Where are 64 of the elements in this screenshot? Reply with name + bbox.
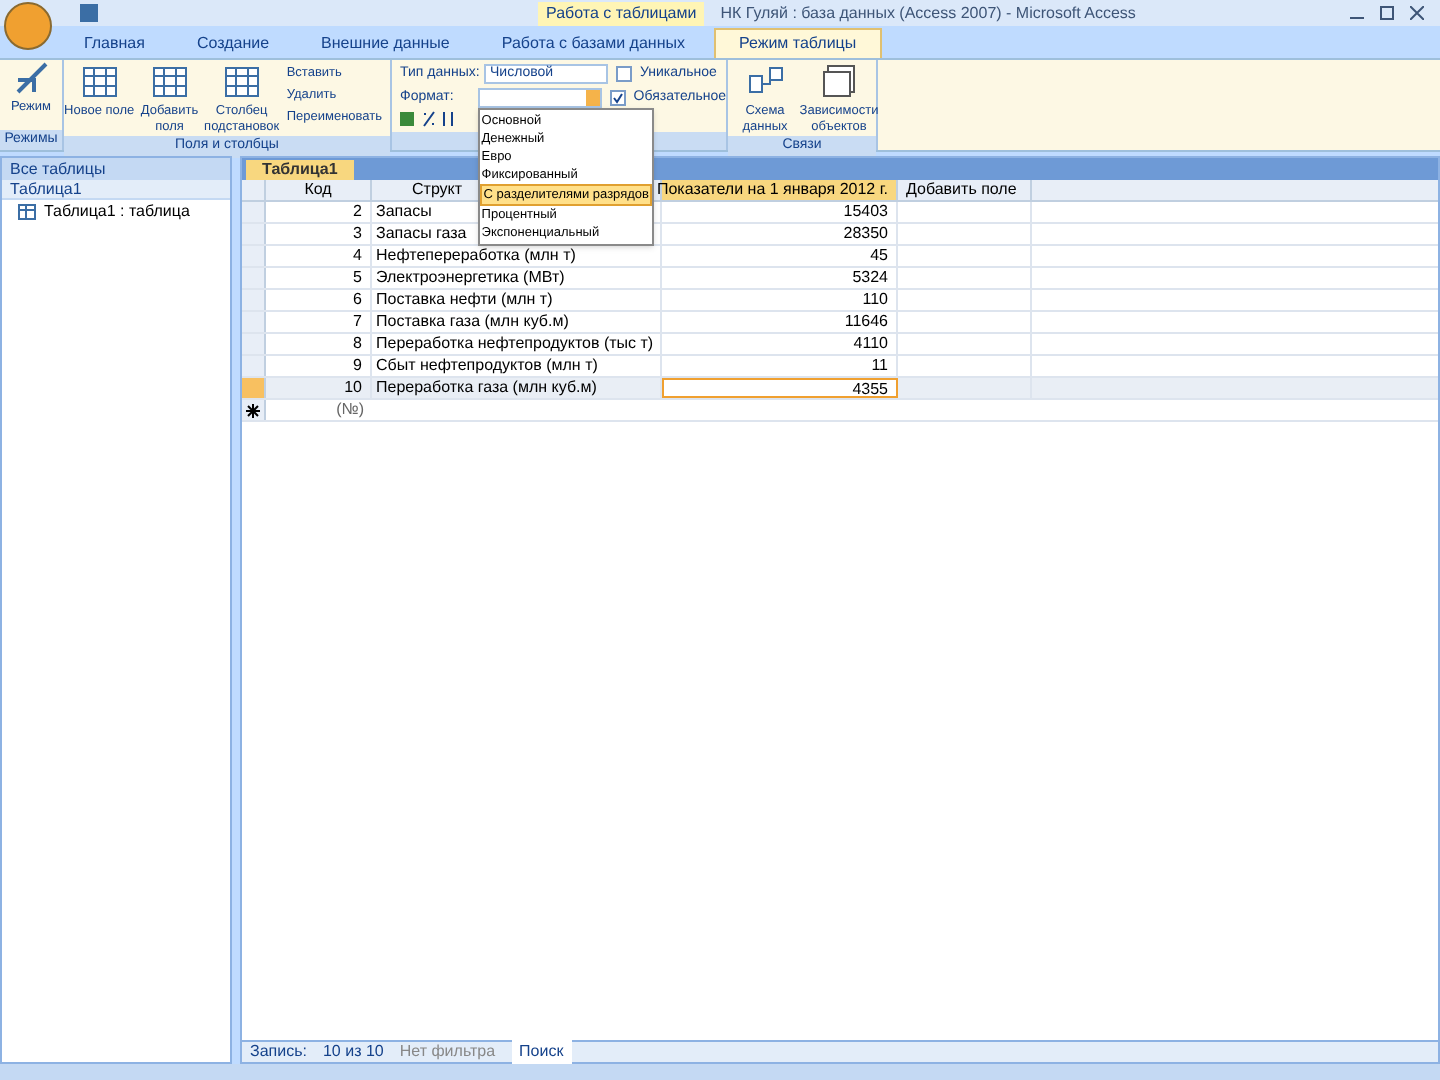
table-cell: Нефтепереработка (млн т): [372, 246, 662, 266]
table-cell: 10: [266, 378, 372, 398]
window-icon: [821, 64, 857, 100]
table-cell: 4110: [662, 334, 898, 354]
format-field[interactable]: [477, 87, 602, 108]
table-cell: 4: [266, 246, 372, 266]
table-cell: Сбыт нефтепродуктов (млн т): [372, 356, 662, 376]
table-cell: 4355: [662, 378, 898, 398]
table-cell: 110: [662, 290, 898, 310]
pencil-ruler-icon: [13, 60, 49, 96]
row-selector[interactable]: [242, 312, 266, 332]
nav-item[interactable]: Таблица1 : таблица: [2, 200, 230, 222]
table-cell: 5324: [662, 268, 898, 288]
checkbox[interactable]: [609, 89, 626, 106]
row-selector[interactable]: [242, 268, 266, 288]
table-cell-text: (№): [334, 400, 366, 420]
table-icon: [81, 64, 118, 100]
table-cell: 8: [266, 334, 372, 354]
row-selector[interactable]: [242, 356, 266, 376]
ribbon-tab[interactable]: Работа с базами данных: [477, 28, 710, 58]
context-tab-title: Работа с таблицами: [538, 1, 705, 25]
table-icon: [223, 64, 260, 100]
table-cell: Поставка газа (млн куб.м): [372, 312, 662, 332]
column-header[interactable]: Код: [304, 180, 332, 200]
record-counter: 10 из 10: [322, 1040, 384, 1064]
table-cell: 6: [266, 290, 372, 310]
table-icon: [151, 64, 188, 100]
table-cell: 5: [266, 268, 372, 288]
table-cell: 11: [662, 356, 898, 376]
close-icon[interactable]: [1410, 6, 1424, 20]
column-header[interactable]: Структ: [412, 180, 463, 200]
table-cell: 2: [266, 202, 372, 222]
row-selector[interactable]: [242, 202, 266, 222]
window-title: НК Гуляй : база данных (Access 2007) - Microsoft Access: [720, 1, 1136, 25]
row-selector[interactable]: [242, 290, 266, 310]
ribbon-tab[interactable]: Создание: [172, 28, 294, 58]
record-label: Запись:: [250, 1040, 307, 1064]
table-cell: Переработка нефтепродуктов (тыс т): [372, 334, 662, 354]
table-cell: 11646: [662, 312, 898, 332]
column-header[interactable]: Показатели на 1 января 2012 г.: [656, 180, 888, 200]
table-cell: 45: [662, 246, 898, 266]
row-selector[interactable]: [242, 224, 266, 244]
table-cell: 9: [266, 356, 372, 376]
document-tab[interactable]: Таблица1: [246, 160, 354, 180]
checkbox[interactable]: [616, 66, 632, 83]
table-cell: 28350: [662, 224, 898, 244]
nav-pane-title: Все таблицы: [10, 157, 106, 181]
table-cell: 15403: [662, 202, 898, 222]
row-selector[interactable]: [242, 246, 266, 266]
row-selector[interactable]: [242, 378, 266, 398]
new-record-icon: [246, 403, 260, 417]
ribbon-tab[interactable]: Внешние данные: [297, 28, 474, 58]
column-header[interactable]: Добавить поле: [906, 180, 1017, 200]
table-cell: Электроэнергетика (МВт): [372, 268, 662, 288]
table-cell: 7: [266, 312, 372, 332]
table-icon: [18, 203, 36, 219]
search-field[interactable]: Поиск: [511, 1040, 572, 1064]
table-cell: 3: [266, 224, 372, 244]
save-icon[interactable]: [80, 4, 98, 22]
ribbon-tab[interactable]: Режим таблицы: [713, 28, 883, 58]
ribbon-tab[interactable]: Главная: [60, 28, 169, 58]
table-cell: Поставка нефти (млн т): [372, 290, 662, 310]
maximize-icon[interactable]: [1380, 6, 1394, 20]
row-selector[interactable]: [242, 334, 266, 354]
